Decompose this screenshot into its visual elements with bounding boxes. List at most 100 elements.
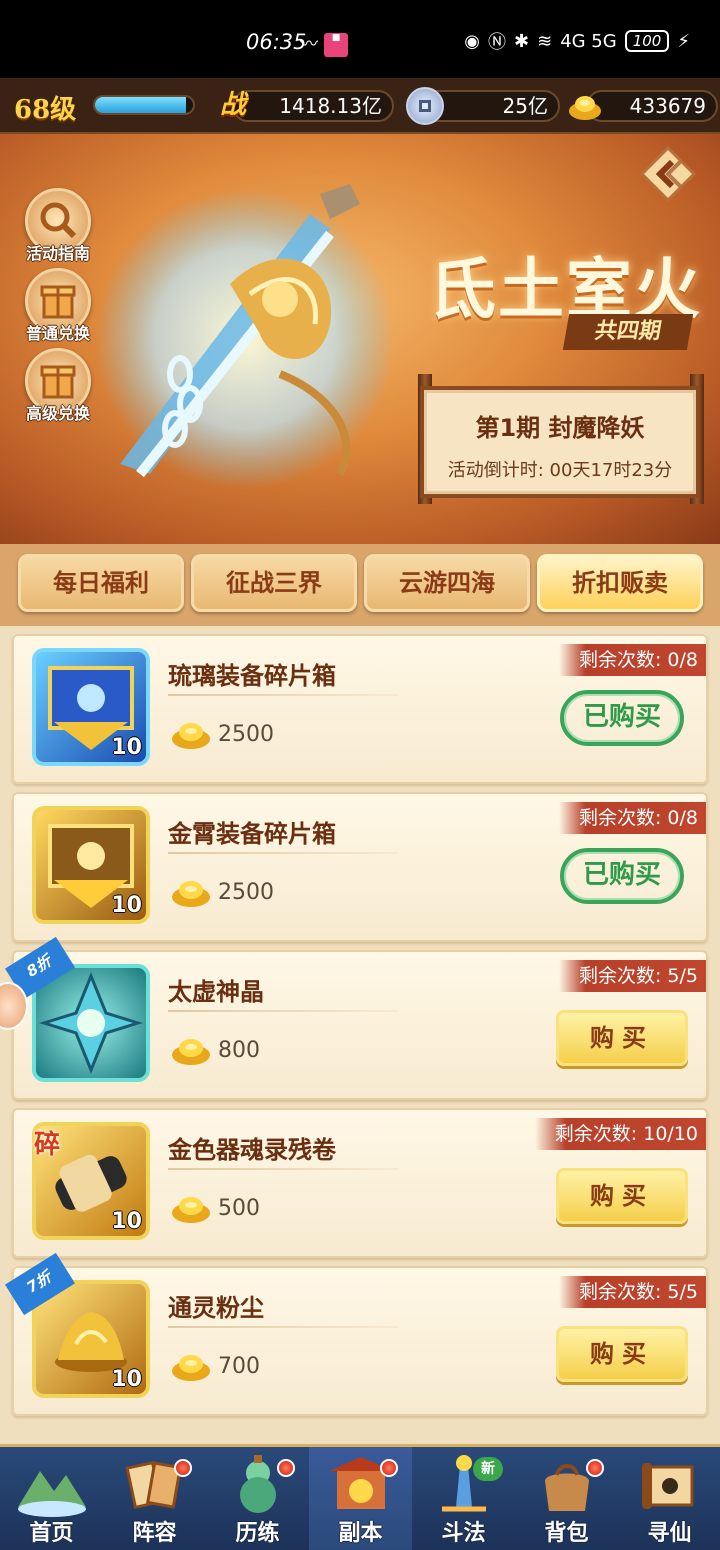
coin-icon <box>406 87 444 125</box>
battery-icon: 100 <box>624 30 670 52</box>
item-price: 2500 <box>218 880 274 905</box>
gold-ingot-value: 433679 <box>586 90 718 122</box>
remaining-count: 剩余次数: 5/5 <box>558 960 706 992</box>
nav-seek-immortal-label: 寻仙 <box>647 1521 692 1546</box>
status-left-icons: 〰 ■ <box>300 30 348 57</box>
phase-title: 第1期 封魔降妖 <box>475 414 645 442</box>
xp-bar <box>93 95 195 115</box>
event-subtitle: 共四期 <box>562 314 694 350</box>
bottom-nav: 首页 阵容 历练 副本 新 斗法 背包 寻仙 <box>0 1444 720 1550</box>
gold-ingot-icon <box>172 1197 210 1223</box>
remaining-count: 剩余次数: 0/8 <box>558 802 706 834</box>
shop-item-card: 10 金霄装备碎片箱 2500 剩余次数: 0/8 已购买 <box>12 792 708 942</box>
xp-bar-fill <box>95 97 187 113</box>
divider <box>168 1326 398 1328</box>
divider <box>168 1010 398 1012</box>
normal-exchange-label: 普通兑换 <box>25 324 90 343</box>
shop-item-list: 10 琉璃装备碎片箱 2500 剩余次数: 0/8 已购买 10 金霄装备碎片箱… <box>0 626 720 1444</box>
nav-lineup[interactable]: 阵容 <box>103 1447 206 1550</box>
status-right-icons: ◉ Ⓝ ✱ ≋ 4G 5G 100 ⚡ <box>464 28 690 54</box>
shop-item-card: 10 碎 金色器魂录残卷 500 剩余次数: 10/10 购买 <box>12 1108 708 1258</box>
nfc-icon: Ⓝ <box>488 32 506 53</box>
shop-item-card: 8折 太虚神晶 800 剩余次数: 5/5 购买 <box>5 936 708 1100</box>
wifi-icon: ≋ <box>537 30 553 52</box>
tab-three-realms[interactable]: 征战三界 <box>191 554 357 612</box>
nav-bag[interactable]: 背包 <box>515 1447 618 1550</box>
item-quantity: 10 <box>111 1209 142 1234</box>
item-icon: 10 <box>32 648 150 766</box>
item-price: 2500 <box>218 722 274 747</box>
divider <box>168 852 398 854</box>
item-name: 金色器魂录残卷 <box>168 1136 336 1164</box>
category-tabs: 每日福利 征战三界 云游四海 折扣贩卖 <box>0 544 720 626</box>
notification-dot <box>277 1459 295 1477</box>
combat-power-value: 1418.13亿 <box>232 90 394 122</box>
new-badge: 新 <box>473 1457 503 1481</box>
item-quantity: 10 <box>111 1367 142 1392</box>
nav-lineup-label: 阵容 <box>132 1521 177 1546</box>
purchased-badge: 已购买 <box>560 690 684 746</box>
tab-daily-welfare[interactable]: 每日福利 <box>18 554 184 612</box>
gold-ingot-icon <box>172 881 210 907</box>
resource-bar: 68级 1418.13亿 战 25亿 433679 <box>0 78 720 134</box>
item-quantity: 10 <box>111 735 142 760</box>
item-name: 琉璃装备碎片箱 <box>168 662 336 690</box>
item-price: 700 <box>218 1354 260 1379</box>
event-guide-label: 活动指南 <box>25 244 90 263</box>
buy-button[interactable]: 购买 <box>556 1168 688 1224</box>
shop-item-card: 10 7折 通灵粉尘 700 剩余次数: 5/5 购买 <box>5 1252 708 1416</box>
buy-button[interactable]: 购买 <box>556 1326 688 1382</box>
nav-bag-label: 背包 <box>544 1521 589 1546</box>
nav-training[interactable]: 历练 <box>206 1447 309 1550</box>
countdown-text: 活动倒计时: 00天17时23分 <box>447 460 673 481</box>
nav-training-label: 历练 <box>235 1521 280 1546</box>
item-quantity: 10 <box>111 893 142 918</box>
nav-home[interactable]: 首页 <box>0 1447 103 1550</box>
divider <box>168 1168 398 1170</box>
nav-battle-label: 斗法 <box>441 1521 486 1546</box>
nav-dungeon[interactable]: 副本 <box>309 1447 412 1550</box>
event-guide-button[interactable]: 活动指南 <box>18 188 98 264</box>
signal-icon: 4G 5G <box>560 30 617 52</box>
divider <box>168 694 398 696</box>
remaining-count: 剩余次数: 5/5 <box>558 1276 706 1308</box>
nav-battle[interactable]: 新 斗法 <box>412 1447 515 1550</box>
purchased-badge: 已购买 <box>560 848 684 904</box>
bluetooth-icon: ✱ <box>514 30 530 52</box>
buy-button[interactable]: 购买 <box>556 1010 688 1066</box>
gold-ingot-icon <box>172 1039 210 1065</box>
nav-dungeon-label: 副本 <box>338 1521 383 1546</box>
nav-seek-immortal[interactable]: 寻仙 <box>618 1447 720 1550</box>
advanced-exchange-label: 高级兑换 <box>25 404 90 423</box>
tab-discount-sale[interactable]: 折扣贩卖 <box>537 554 703 612</box>
shop-item-card: 10 琉璃装备碎片箱 2500 剩余次数: 0/8 已购买 <box>12 634 708 784</box>
item-price: 800 <box>218 1038 260 1063</box>
nav-home-label: 首页 <box>29 1521 74 1546</box>
weapon-artwork <box>95 184 395 489</box>
fragment-mark: 碎 <box>34 1130 61 1160</box>
remaining-count: 剩余次数: 0/8 <box>558 644 706 676</box>
notification-dot <box>586 1459 604 1477</box>
eye-icon: ◉ <box>464 30 480 52</box>
remaining-count: 剩余次数: 10/10 <box>534 1118 706 1150</box>
app-notification-icon: ■ <box>324 33 348 57</box>
scroll-icon <box>641 1463 693 1509</box>
gold-ingot-icon <box>172 723 210 749</box>
back-button[interactable] <box>639 145 697 203</box>
item-name: 通灵粉尘 <box>168 1294 264 1322</box>
phase-board: 第1期 封魔降妖 活动倒计时: 00天17时23分 <box>420 386 700 498</box>
status-time: 06:35 <box>246 30 307 54</box>
charging-icon: ⚡ <box>677 30 690 52</box>
item-name: 太虚神晶 <box>168 978 264 1006</box>
status-bar: 06:35 〰 ■ ◉ Ⓝ ✱ ≋ 4G 5G 100 ⚡ <box>0 0 720 78</box>
gold-ingot-icon <box>566 87 604 125</box>
item-price: 500 <box>218 1196 260 1221</box>
combat-icon: 战 <box>219 90 246 120</box>
tab-travel[interactable]: 云游四海 <box>364 554 530 612</box>
notification-dot <box>380 1459 398 1477</box>
item-icon: 10 <box>32 806 150 924</box>
event-banner: 活动指南 普通兑换 高级兑换 氐土室火 共四期 第1期 封魔降妖 活动倒计时: … <box>0 134 720 544</box>
normal-exchange-button[interactable]: 普通兑换 <box>18 268 98 344</box>
player-level: 68级 <box>14 95 77 125</box>
advanced-exchange-button[interactable]: 高级兑换 <box>18 348 98 424</box>
